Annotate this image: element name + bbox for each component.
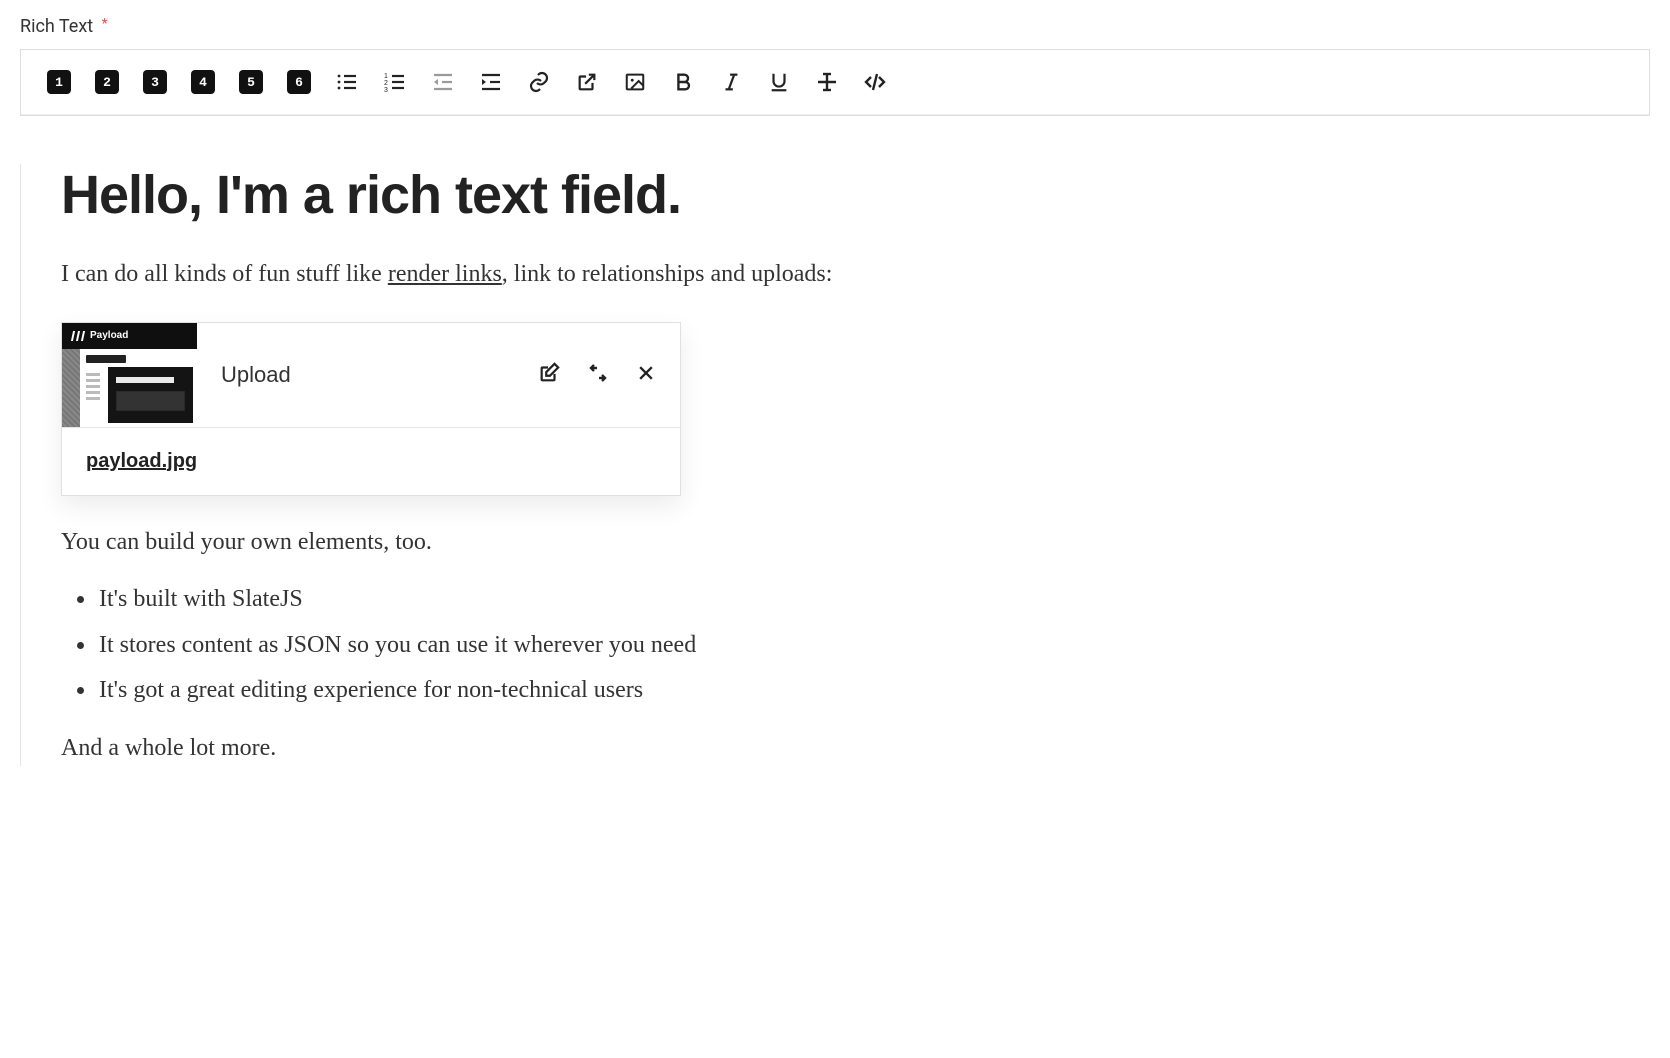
content-paragraph-1[interactable]: I can do all kinds of fun stuff like ren… [61, 258, 1610, 292]
indent-icon [479, 70, 503, 94]
heading-2-button[interactable]: 2 [93, 68, 121, 96]
content-heading[interactable]: Hello, I'm a rich text field. [61, 164, 1610, 226]
bold-icon [672, 71, 694, 93]
bullet-list-icon [335, 70, 359, 94]
heading-6-button[interactable]: 6 [285, 68, 313, 96]
rich-text-editor: 1 2 3 4 5 6 123 [20, 49, 1650, 116]
editor-toolbar: 1 2 3 4 5 6 123 [21, 50, 1649, 115]
underline-button[interactable] [765, 68, 793, 96]
indent-button[interactable] [477, 68, 505, 96]
outdent-icon [431, 70, 455, 94]
italic-button[interactable] [717, 68, 745, 96]
strikethrough-icon [815, 70, 839, 94]
ordered-list-icon: 123 [383, 70, 407, 94]
svg-text:3: 3 [384, 87, 388, 94]
upload-filename-link[interactable]: payload.jpg [86, 450, 197, 472]
image-button[interactable] [621, 68, 649, 96]
edit-icon [538, 362, 560, 384]
content-paragraph-3[interactable]: And a whole lot more. [61, 732, 1610, 766]
link-icon [527, 70, 551, 94]
upload-thumbnail: Payload [62, 323, 197, 427]
swap-icon [586, 361, 610, 385]
upload-block: Payload Upload [61, 322, 681, 496]
ordered-list-button[interactable]: 123 [381, 68, 409, 96]
outdent-button[interactable] [429, 68, 457, 96]
upload-title: Upload [221, 362, 291, 388]
editor-body[interactable]: Hello, I'm a rich text field. I can do a… [20, 116, 1650, 814]
close-icon [636, 363, 656, 383]
underline-icon [768, 71, 790, 93]
heading-5-button[interactable]: 5 [237, 68, 265, 96]
svg-text:1: 1 [384, 73, 388, 80]
heading-1-button[interactable]: 1 [45, 68, 73, 96]
content-bullet-list[interactable]: It's built with SlateJS It stores conten… [97, 577, 1610, 714]
heading-4-button[interactable]: 4 [189, 68, 217, 96]
external-link-icon [576, 71, 598, 93]
bold-button[interactable] [669, 68, 697, 96]
image-icon [624, 71, 646, 93]
bullet-list-button[interactable] [333, 68, 361, 96]
external-link-button[interactable] [573, 68, 601, 96]
paragraph-text: I can do all kinds of fun stuff like [61, 261, 388, 287]
strikethrough-button[interactable] [813, 68, 841, 96]
paragraph-text: , link to relationships and uploads: [502, 261, 833, 287]
link-button[interactable] [525, 68, 553, 96]
upload-remove-button[interactable] [636, 363, 656, 387]
field-label-text: Rich Text [20, 16, 93, 37]
italic-icon [720, 71, 742, 93]
svg-text:2: 2 [384, 80, 388, 87]
list-item[interactable]: It's built with SlateJS [97, 577, 1610, 623]
inline-link[interactable]: render links [388, 261, 502, 287]
field-label: Rich Text * [20, 16, 1650, 37]
required-indicator: * [102, 16, 108, 32]
code-button[interactable] [861, 68, 889, 96]
heading-3-button[interactable]: 3 [141, 68, 169, 96]
upload-swap-button[interactable] [586, 361, 610, 389]
upload-edit-button[interactable] [538, 362, 560, 388]
code-icon [863, 70, 887, 94]
list-item[interactable]: It's got a great editing experience for … [97, 668, 1610, 714]
list-item[interactable]: It stores content as JSON so you can use… [97, 623, 1610, 669]
content-paragraph-2[interactable]: You can build your own elements, too. [61, 526, 1610, 560]
